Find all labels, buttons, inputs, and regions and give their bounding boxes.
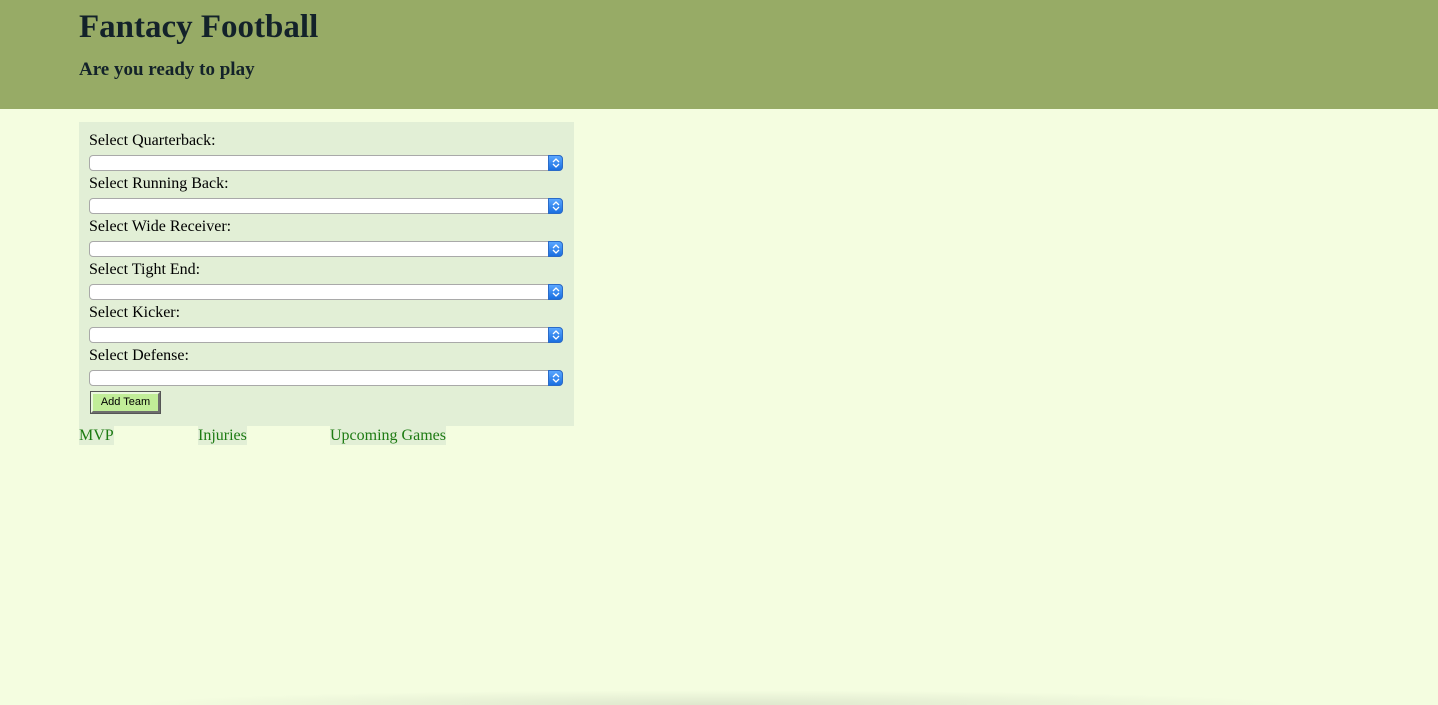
defense-select[interactable]: [89, 370, 563, 386]
wide-receiver-select[interactable]: [89, 241, 563, 257]
nav-link-upcoming-games[interactable]: Upcoming Games: [330, 426, 446, 445]
nav-link-mvp[interactable]: MVP: [79, 426, 114, 445]
nav-link-injuries[interactable]: Injuries: [198, 426, 247, 445]
running-back-select[interactable]: [89, 198, 563, 214]
page-subtitle: Are you ready to play: [79, 59, 255, 80]
add-team-button[interactable]: Add Team: [90, 391, 161, 414]
tight-end-label: Select Tight End:: [89, 261, 201, 278]
tight-end-select[interactable]: [89, 284, 563, 300]
chevron-up-down-icon: [548, 284, 563, 300]
quarterback-label: Select Quarterback:: [89, 132, 216, 149]
team-form: Select Quarterback: Select Running Back:…: [79, 122, 574, 426]
header: Fantacy Football Are you ready to play: [0, 0, 1438, 109]
bottom-shadow: [130, 690, 1300, 705]
chevron-up-down-icon: [548, 198, 563, 214]
kicker-select[interactable]: [89, 327, 563, 343]
running-back-label: Select Running Back:: [89, 175, 229, 192]
chevron-up-down-icon: [548, 327, 563, 343]
chevron-up-down-icon: [548, 241, 563, 257]
page-title: Fantacy Football: [79, 9, 319, 45]
defense-label: Select Defense:: [89, 347, 189, 364]
chevron-up-down-icon: [548, 155, 563, 171]
wide-receiver-label: Select Wide Receiver:: [89, 218, 232, 235]
quarterback-select[interactable]: [89, 155, 563, 171]
chevron-up-down-icon: [548, 370, 563, 386]
kicker-label: Select Kicker:: [89, 304, 181, 321]
